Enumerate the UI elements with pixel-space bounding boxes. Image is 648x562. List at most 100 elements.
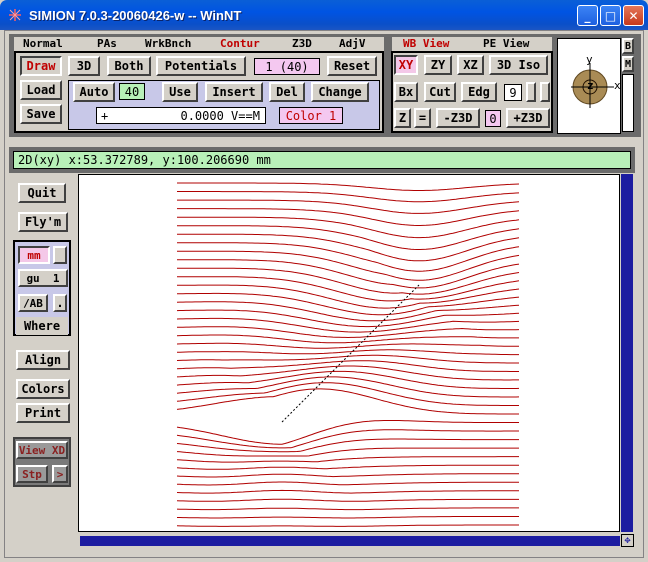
contour-line <box>176 376 520 398</box>
contour-line <box>176 507 519 511</box>
contour-line <box>176 524 519 527</box>
both-button[interactable]: Both <box>107 56 151 76</box>
view-tabs: WB View PE View <box>392 37 552 51</box>
view-xz-button[interactable]: XZ <box>457 55 484 75</box>
where-label: Where <box>16 317 68 335</box>
contour-line <box>176 481 519 486</box>
horizontal-scrollbar[interactable] <box>80 536 620 546</box>
contour-line <box>176 349 519 356</box>
load-button[interactable]: Load <box>20 80 62 100</box>
color-field[interactable]: Color 1 <box>279 107 343 124</box>
contour-line <box>176 370 520 389</box>
contour-line <box>176 498 519 502</box>
flym-button[interactable]: Fly'm <box>18 212 68 232</box>
z-button[interactable]: Z <box>394 108 411 128</box>
tab-pe-view[interactable]: PE View <box>480 37 532 51</box>
potentials-button[interactable]: Potentials <box>156 56 246 76</box>
colors-button[interactable]: Colors <box>16 379 70 399</box>
equals-button[interactable]: = <box>414 108 431 128</box>
tab-normal[interactable]: Normal <box>20 37 66 51</box>
delete-button[interactable]: Del <box>269 82 305 102</box>
maximize-button[interactable]: □ <box>600 5 621 26</box>
draw-button[interactable]: Draw <box>20 56 62 76</box>
compass-z-label: z <box>587 79 594 92</box>
workbench-view[interactable] <box>78 174 620 532</box>
contour-line <box>177 250 520 281</box>
cut-button[interactable]: Cut <box>424 82 456 102</box>
insert-button[interactable]: Insert <box>205 82 263 102</box>
use-button[interactable]: Use <box>162 82 198 102</box>
minimize-button[interactable]: _ <box>577 5 598 26</box>
change-button[interactable]: Change <box>311 82 369 102</box>
simion-app-icon <box>9 9 21 21</box>
compass-x-label: x <box>614 79 621 92</box>
contour-line <box>176 334 519 344</box>
auto-button[interactable]: Auto <box>73 82 115 102</box>
side-slider[interactable] <box>622 74 634 132</box>
contour-line <box>177 242 520 272</box>
step-forward-button: > <box>52 465 68 483</box>
orientation-compass: y z x <box>557 38 621 134</box>
minus-z3d-button[interactable]: -Z3D <box>436 108 480 128</box>
potential-input[interactable]: + 0.0000 V==M <box>96 107 266 124</box>
contour-index-field[interactable]: 1 (40) <box>254 58 320 75</box>
units-toggle[interactable] <box>53 246 67 264</box>
contour-line <box>176 473 519 478</box>
coordinate-status: 2D(xy) x:53.372789, y:100.206690 mm <box>13 151 631 169</box>
contour-line <box>176 489 519 494</box>
contour-line <box>177 284 520 309</box>
view-xy-button[interactable]: XY <box>394 55 418 75</box>
contour-line <box>176 382 519 406</box>
level-up-button[interactable] <box>526 82 536 102</box>
contour-line <box>177 259 520 289</box>
contour-line <box>177 233 520 262</box>
3d-button[interactable]: 3D <box>68 56 100 76</box>
contour-line <box>177 199 520 214</box>
tab-contur[interactable]: Contur <box>217 37 263 51</box>
pan-icon[interactable]: ✥ <box>621 534 634 547</box>
contour-line <box>176 429 519 449</box>
contour-line <box>177 292 520 316</box>
ab-button[interactable]: /AB <box>18 294 48 312</box>
m-button[interactable]: M <box>622 56 634 72</box>
contour-line <box>176 388 519 415</box>
view-xd-button: View XD <box>16 441 68 459</box>
box-button[interactable]: Bx <box>394 82 418 102</box>
compass-y-label: y <box>586 53 593 66</box>
z3d-field[interactable]: 0 <box>485 110 501 127</box>
step-button: Stp <box>16 465 48 483</box>
quit-button[interactable]: Quit <box>18 183 66 203</box>
window-title: SIMION 7.0.3-20060426-w -- WinNT <box>29 7 242 23</box>
view-iso-button[interactable]: 3D Iso <box>489 55 548 75</box>
title-bar: SIMION 7.0.3-20060426-w -- WinNT _ □ ✕ <box>0 0 648 30</box>
contour-line <box>177 516 519 519</box>
tab-z3d[interactable]: Z3D <box>289 37 315 51</box>
mm-button[interactable]: mm <box>18 246 50 264</box>
view-zy-button[interactable]: ZY <box>424 55 452 75</box>
tab-pas[interactable]: PAs <box>94 37 120 51</box>
contour-line <box>176 464 519 470</box>
plus-z3d-button[interactable]: +Z3D <box>506 108 550 128</box>
mode-tabs: Normal PAs WrkBnch Contur Z3D AdjV <box>14 37 384 51</box>
vertical-scrollbar[interactable] <box>621 174 633 532</box>
save-button[interactable]: Save <box>20 104 62 124</box>
print-button[interactable]: Print <box>16 403 70 423</box>
edge-button[interactable]: Edg <box>461 82 497 102</box>
reset-button[interactable]: Reset <box>327 56 377 76</box>
contour-plot <box>176 182 520 527</box>
b-button[interactable]: B <box>622 38 634 54</box>
align-button[interactable]: Align <box>16 350 70 370</box>
contour-line <box>176 456 519 463</box>
gu-button[interactable]: gu 1 <box>18 269 68 287</box>
contour-line <box>177 267 520 295</box>
contour-line <box>176 342 519 349</box>
tab-adjv[interactable]: AdjV <box>336 37 369 51</box>
auto-count-field[interactable]: 40 <box>119 83 145 100</box>
level-field[interactable]: 9 <box>504 84 522 101</box>
tab-wrkbnch[interactable]: WrkBnch <box>142 37 194 51</box>
dot-button[interactable]: . <box>53 294 67 312</box>
close-button[interactable]: ✕ <box>623 5 644 26</box>
level-down-button[interactable] <box>540 82 550 102</box>
tab-wb-view[interactable]: WB View <box>400 37 452 51</box>
contour-line <box>177 182 520 191</box>
